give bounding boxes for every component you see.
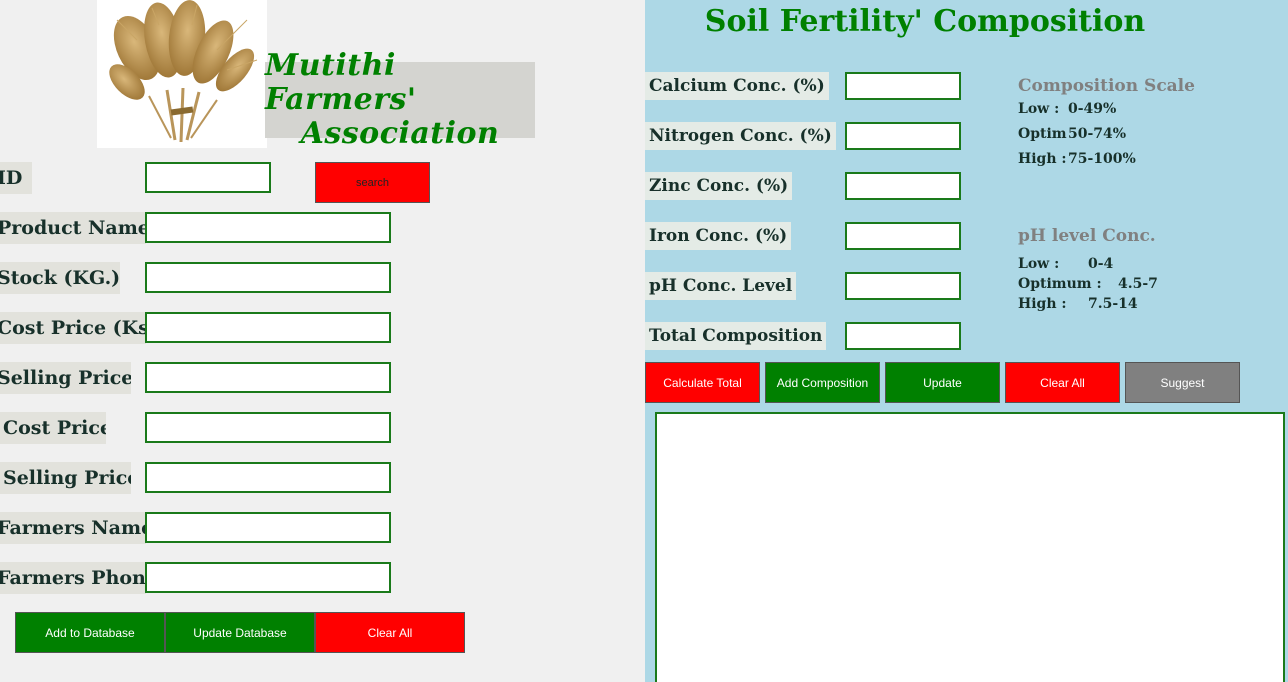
ph-scale-optimum: Optimum :4.5-7 xyxy=(1018,276,1158,292)
ph-label: pH Conc. Level xyxy=(645,272,797,300)
cost-price-ks-label: Cost Price (Ks xyxy=(0,312,146,344)
zinc-label: Zinc Conc. (%) xyxy=(645,172,793,200)
selling-price-label: Selling Price xyxy=(0,362,131,394)
calcium-input[interactable] xyxy=(845,72,961,100)
id-input[interactable] xyxy=(145,162,271,193)
nitrogen-label: Nitrogen Conc. (%) xyxy=(645,122,836,150)
nitrogen-input[interactable] xyxy=(845,122,961,150)
selling-price-input[interactable] xyxy=(145,362,391,393)
composition-scale-high: High :75-100% xyxy=(1018,151,1136,167)
product-name-input[interactable] xyxy=(145,212,391,243)
ph-scale-title: pH level Conc. xyxy=(1018,226,1156,246)
ph-input[interactable] xyxy=(845,272,961,300)
cost-price-label: Cost Price xyxy=(0,412,106,444)
ph-scale-low: Low :0-4 xyxy=(1018,256,1114,272)
rice-sheaf-icon xyxy=(109,0,258,143)
suggest-button[interactable]: Suggest xyxy=(1125,362,1240,403)
stock-input[interactable] xyxy=(145,262,391,293)
iron-input[interactable] xyxy=(845,222,961,250)
total-composition-label: Total Composition xyxy=(645,322,827,350)
farmers-name-label: Farmers Name xyxy=(0,512,146,544)
farmers-phone-input[interactable] xyxy=(145,562,391,593)
add-composition-button[interactable]: Add Composition xyxy=(765,362,880,403)
add-to-database-button[interactable]: Add to Database xyxy=(15,612,165,653)
selling-price-2-label: Selling Price xyxy=(0,462,131,494)
iron-label: Iron Conc. (%) xyxy=(645,222,792,250)
clear-all-soil-button[interactable]: Clear All xyxy=(1005,362,1120,403)
calculate-total-button[interactable]: Calculate Total xyxy=(645,362,760,403)
product-panel: Mutithi Farmers' Association ID search P… xyxy=(0,0,645,682)
calcium-label: Calcium Conc. (%) xyxy=(645,72,829,100)
clear-all-product-button[interactable]: Clear All xyxy=(315,612,465,653)
soil-title: Soil Fertility' Composition xyxy=(704,4,1146,39)
composition-scale-low: Low :0-49% xyxy=(1018,101,1117,117)
id-label: ID xyxy=(0,162,32,194)
soil-panel: Soil Fertility' Composition Calcium Conc… xyxy=(645,0,1288,682)
farmers-phone-label: Farmers Phon xyxy=(0,562,146,594)
cost-price-ks-input[interactable] xyxy=(145,312,391,343)
association-brand: Mutithi Farmers' Association xyxy=(265,49,535,151)
zinc-input[interactable] xyxy=(845,172,961,200)
product-name-label: Product Name xyxy=(0,212,146,244)
update-database-button[interactable]: Update Database xyxy=(165,612,315,653)
composition-scale-title: Composition Scale xyxy=(1018,76,1195,96)
total-composition-input[interactable] xyxy=(845,322,961,350)
brand-title-line1: Mutithi Farmers' xyxy=(265,48,417,117)
farmers-name-input[interactable] xyxy=(145,512,391,543)
brand-title-line2: Association xyxy=(300,116,500,151)
search-button[interactable]: search xyxy=(315,162,430,203)
composition-scale-optimum: Optim50-74% xyxy=(1018,126,1127,142)
stock-label: Stock (KG.) xyxy=(0,262,120,294)
update-button[interactable]: Update xyxy=(885,362,1000,403)
selling-price-2-input[interactable] xyxy=(145,462,391,493)
cost-price-input[interactable] xyxy=(145,412,391,443)
rice-sheaf-image xyxy=(97,0,267,148)
ph-scale-high: High :7.5-14 xyxy=(1018,296,1138,312)
suggestion-output-area[interactable] xyxy=(655,412,1285,682)
